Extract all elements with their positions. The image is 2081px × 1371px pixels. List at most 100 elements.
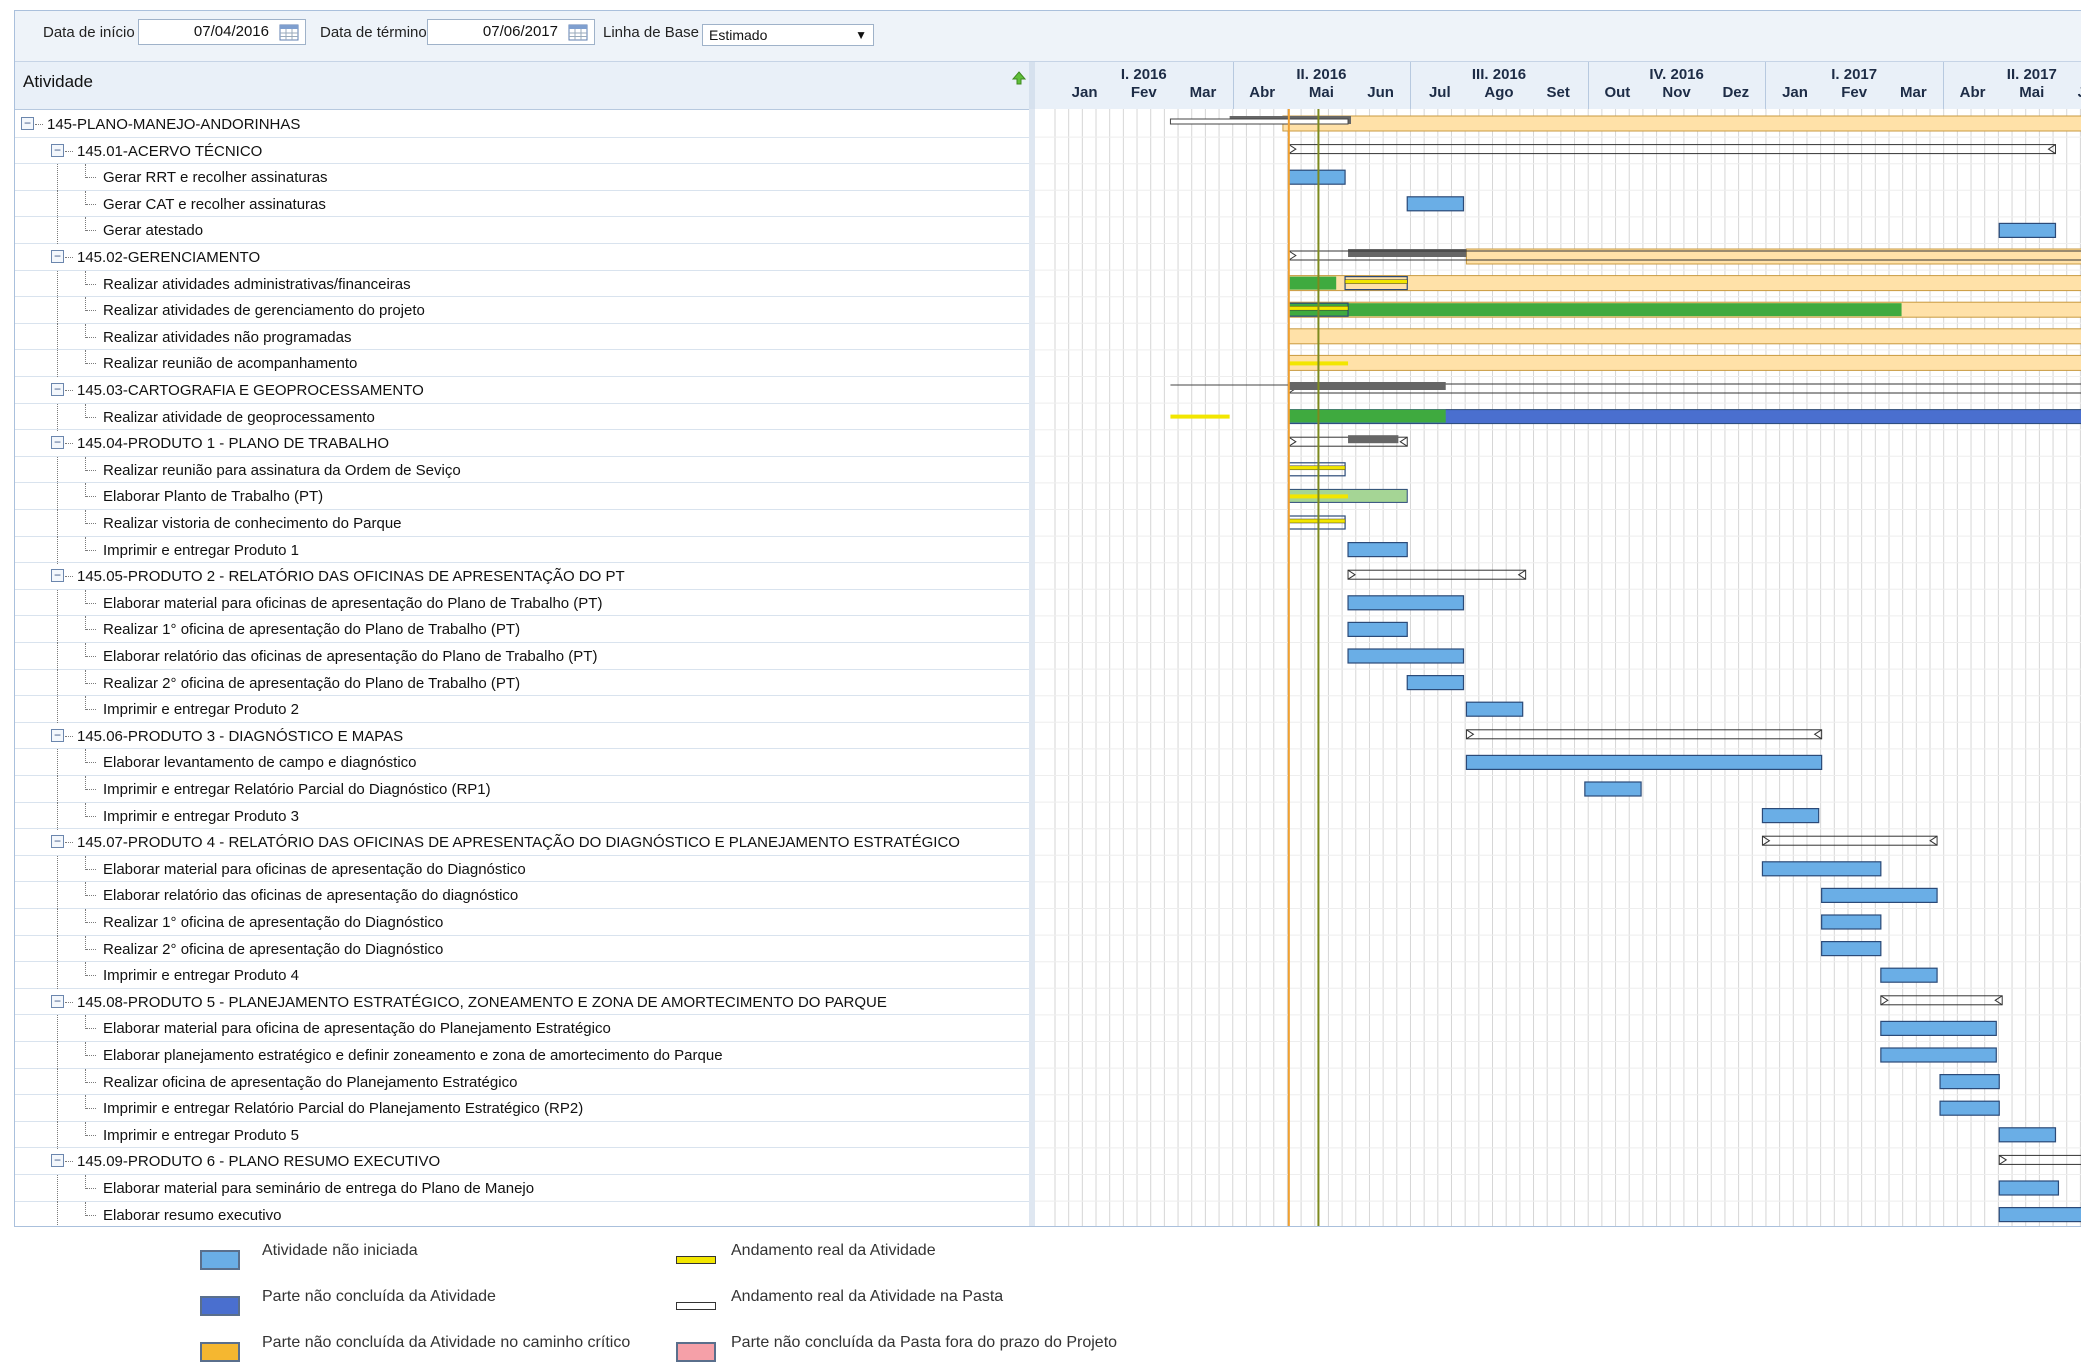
- task-bar-not-started: [1761, 807, 1820, 824]
- task-label: Realizar atividades administrativas/fina…: [103, 275, 411, 293]
- task-bar-not-started: [1821, 940, 1882, 957]
- task-row[interactable]: Gerar CAT e recolher assinaturas: [15, 190, 1029, 218]
- tree-connector: [85, 403, 86, 418]
- task-bar-progress: [1288, 409, 1446, 423]
- task-row[interactable]: Realizar 1° oficina de apresentação do P…: [15, 616, 1029, 644]
- collapse-icon[interactable]: −: [51, 250, 64, 263]
- task-label: Elaborar levantamento de campo e diagnós…: [103, 754, 417, 772]
- month-label: Ago: [1484, 84, 1514, 101]
- task-row[interactable]: Elaborar levantamento de campo e diagnós…: [15, 749, 1029, 777]
- task-row[interactable]: Imprimir e entregar Produto 1: [15, 536, 1029, 564]
- task-row[interactable]: Realizar reunião de acompanhamento: [15, 350, 1029, 378]
- filter-toolbar: Data de início 07/04/2016 Data de términ…: [15, 11, 2081, 62]
- month-label: Set: [1546, 84, 1570, 101]
- task-label: Imprimir e entregar Produto 1: [103, 541, 299, 559]
- tree-connector: [86, 1028, 96, 1030]
- tree-connector: [57, 909, 58, 936]
- task-label: Realizar reunião para assinatura da Orde…: [103, 461, 461, 479]
- collapse-icon[interactable]: −: [51, 1154, 64, 1168]
- task-label: 145.03-CARTOGRAFIA E GEOPROCESSAMENTO: [77, 382, 424, 399]
- task-row[interactable]: Elaborar material para oficinas de apres…: [15, 589, 1029, 617]
- tree-connector: [85, 669, 86, 684]
- tree-connector: [57, 1121, 58, 1149]
- activity-column-header[interactable]: Atividade: [23, 72, 93, 92]
- tree-connector: [86, 709, 96, 711]
- task-row[interactable]: Imprimir e entregar Produto 5: [15, 1121, 1029, 1149]
- tree-connector: [85, 749, 86, 764]
- tree-connector: [57, 1015, 58, 1043]
- task-bar-not-started: [1880, 1047, 1997, 1063]
- task-row[interactable]: Elaborar relatório das oficinas de apres…: [15, 643, 1029, 670]
- baseline-select[interactable]: Estimado ▼: [702, 24, 874, 46]
- collapse-icon[interactable]: −: [51, 143, 64, 157]
- task-group-row[interactable]: −145.07-PRODUTO 4 - RELATÓRIO DAS OFICIN…: [15, 829, 1029, 856]
- collapse-icon[interactable]: −: [21, 117, 34, 130]
- collapse-icon[interactable]: −: [51, 436, 64, 450]
- calendar-icon[interactable]: [279, 23, 299, 41]
- task-row[interactable]: Realizar oficina de apresentação do Plan…: [15, 1068, 1029, 1096]
- collapse-icon[interactable]: −: [51, 728, 64, 742]
- tree-connector: [85, 1068, 86, 1083]
- collapse-icon[interactable]: −: [51, 994, 64, 1008]
- task-row[interactable]: Imprimir e entregar Relatório Parcial do…: [15, 776, 1029, 803]
- task-row[interactable]: Elaborar material para oficinas de apres…: [15, 855, 1029, 883]
- task-row[interactable]: Elaborar Planto de Trabalho (PT): [15, 483, 1029, 511]
- task-group-row[interactable]: −145.08-PRODUTO 5 - PLANEJAMENTO ESTRATÉ…: [15, 989, 1029, 1016]
- task-row[interactable]: Elaborar planejamento estratégico e defi…: [15, 1042, 1029, 1069]
- task-group-row[interactable]: −145-PLANO-MANEJO-ANDORINHAS: [15, 111, 1029, 138]
- task-group-row[interactable]: −145.05-PRODUTO 2 - RELATÓRIO DAS OFICIN…: [15, 563, 1029, 590]
- task-bar-not-started: [1939, 1100, 2000, 1116]
- tree-connector: [86, 975, 96, 977]
- quarter-divider: [1587, 62, 1589, 109]
- collapse-icon[interactable]: −: [51, 569, 64, 583]
- task-row[interactable]: Imprimir e entregar Relatório Parcial do…: [15, 1095, 1029, 1123]
- task-label: 145-PLANO-MANEJO-ANDORINHAS: [47, 116, 301, 133]
- task-row[interactable]: Realizar reunião para assinatura da Orde…: [15, 456, 1029, 484]
- task-label: Elaborar material para seminário de entr…: [103, 1180, 535, 1197]
- task-group-row[interactable]: −145.04-PRODUTO 1 - PLANO DE TRABALHO: [15, 430, 1029, 457]
- tree-connector: [86, 762, 96, 764]
- task-row[interactable]: Elaborar material para seminário de entr…: [15, 1175, 1029, 1202]
- task-label: Realizar 2° oficina de apresentação do P…: [103, 674, 521, 692]
- task-row[interactable]: Imprimir e entregar Produto 4: [15, 962, 1029, 990]
- task-group-row[interactable]: −145.03-CARTOGRAFIA E GEOPROCESSAMENTO: [15, 377, 1029, 404]
- legend-swatch: [676, 1256, 716, 1264]
- task-row[interactable]: Imprimir e entregar Produto 2: [15, 696, 1029, 724]
- tree-connector: [85, 935, 86, 950]
- task-row[interactable]: Elaborar resumo executivo: [15, 1201, 1029, 1226]
- task-bar-not-started: [1998, 1180, 2060, 1196]
- task-row[interactable]: Realizar 2° oficina de apresentação do P…: [15, 669, 1029, 697]
- task-row[interactable]: Realizar 1° oficina de apresentação do D…: [15, 909, 1029, 936]
- task-row[interactable]: Realizar 2° oficina de apresentação do D…: [15, 935, 1029, 963]
- tree-connector: [85, 456, 86, 471]
- task-row[interactable]: Realizar atividades de gerenciamento do …: [15, 297, 1029, 325]
- tree-connector: [57, 403, 58, 431]
- calendar-icon[interactable]: [568, 23, 588, 41]
- task-bar-not-started: [1406, 196, 1465, 212]
- real-progress-line: [1170, 414, 1230, 419]
- tree-connector: [57, 855, 58, 883]
- collapse-icon[interactable]: −: [51, 835, 64, 849]
- task-row[interactable]: Realizar atividade de geoprocessamento: [15, 403, 1029, 431]
- tree-connector: [57, 456, 58, 484]
- task-row[interactable]: Elaborar material para oficina de aprese…: [15, 1015, 1029, 1043]
- task-row[interactable]: Gerar atestado: [15, 217, 1029, 245]
- task-group-row[interactable]: −145.02-GERENCIAMENTO: [15, 244, 1029, 271]
- task-row[interactable]: Realizar atividades não programadas: [15, 323, 1029, 351]
- task-group-row[interactable]: −145.09-PRODUTO 6 - PLANO RESUMO EXECUTI…: [15, 1148, 1029, 1175]
- month-label: Jan: [1071, 84, 1098, 101]
- task-row[interactable]: Gerar RRT e recolher assinaturas: [15, 164, 1029, 192]
- tree-connector: [57, 350, 58, 378]
- task-row[interactable]: Elaborar relatório das oficinas de apres…: [15, 882, 1029, 910]
- tree-connector: [57, 802, 58, 830]
- sort-up-icon[interactable]: [1011, 70, 1027, 86]
- quarter-label: I. 2017: [1831, 66, 1878, 83]
- legend-label: Parte não concluída da Atividade: [262, 1288, 496, 1305]
- task-group-row[interactable]: −145.01-ACERVO TÉCNICO: [15, 138, 1029, 165]
- task-tree: −145-PLANO-MANEJO-ANDORINHAS −145.01-ACER…: [15, 109, 1029, 1226]
- task-row[interactable]: Realizar atividades administrativas/fina…: [15, 270, 1029, 298]
- task-row[interactable]: Realizar vistoria de conhecimento do Par…: [15, 510, 1029, 537]
- collapse-icon[interactable]: −: [51, 383, 64, 396]
- task-row[interactable]: Imprimir e entregar Produto 3: [15, 802, 1029, 830]
- task-group-row[interactable]: −145.06-PRODUTO 3 - DIAGNÓSTICO E MAPAS: [15, 723, 1029, 750]
